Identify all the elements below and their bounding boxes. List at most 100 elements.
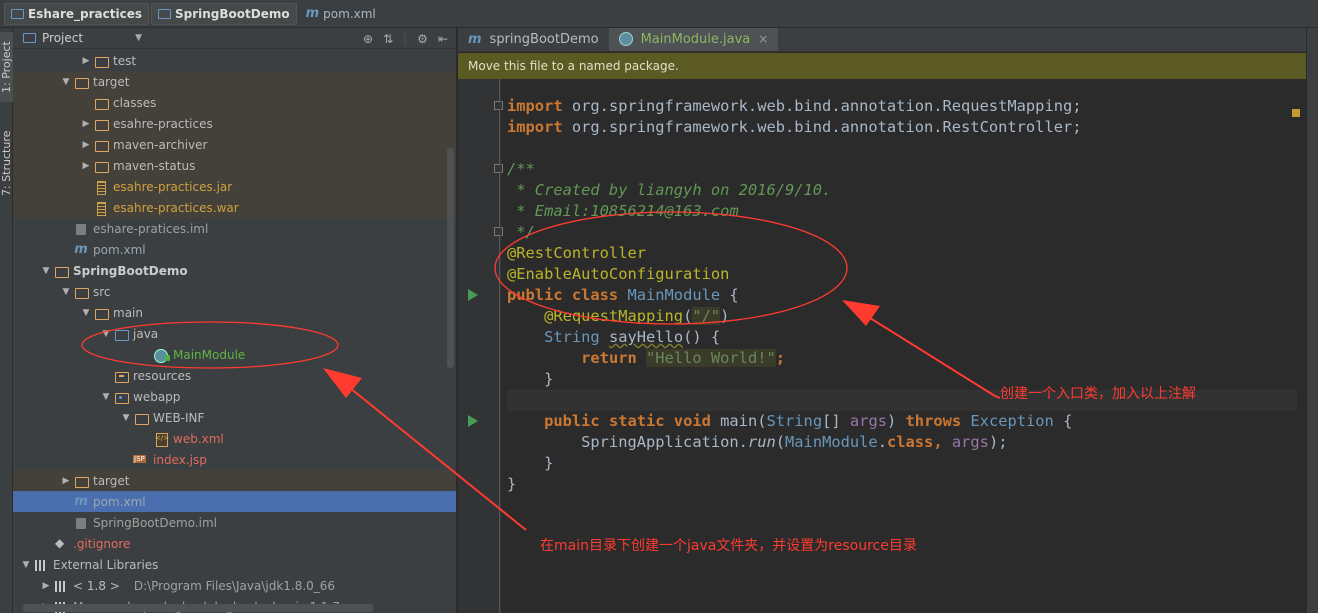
chevron-down-icon[interactable]: ▼ — [119, 413, 133, 423]
tree-horizontal-scrollbar[interactable] — [23, 604, 373, 612]
tree-item[interactable]: eshare-pratices.iml — [13, 218, 456, 239]
code-line[interactable]: /** — [507, 159, 535, 180]
chevron-down-icon[interactable]: ▼ — [19, 560, 33, 570]
gear-icon[interactable]: ⚙ — [417, 32, 428, 46]
project-view-selector[interactable]: Project — [42, 31, 83, 45]
code-line[interactable]: import org.springframework.web.bind.anno… — [507, 96, 1082, 117]
tree-item[interactable]: ▶ maven-archiver — [13, 134, 456, 155]
code-token: public class — [507, 286, 628, 304]
tree-item[interactable]: ▼ WEB-INF — [13, 407, 456, 428]
warning-marker[interactable] — [1292, 109, 1300, 117]
tree-item[interactable]: ▼ main — [13, 302, 456, 323]
tree-item[interactable]: resources — [13, 365, 456, 386]
locate-file-icon[interactable]: ⊕ — [363, 32, 373, 46]
tree-scrollbar[interactable] — [447, 148, 454, 368]
code-line[interactable]: */ — [507, 222, 535, 243]
hide-panel-icon[interactable]: ⇤ — [438, 32, 448, 46]
tree-item[interactable]: .gitignore — [13, 533, 456, 554]
tree-item[interactable]: ▼ java — [13, 323, 456, 344]
close-icon[interactable]: × — [758, 32, 768, 46]
run-gutter-icon[interactable] — [468, 289, 478, 301]
tree-item[interactable]: MainModule — [13, 344, 456, 365]
code-token: "/" — [692, 307, 721, 325]
tree-item[interactable]: ▶ < 1.8 > D:\Program Files\Java\jdk1.8.0_6… — [13, 575, 456, 596]
tree-item[interactable]: ▼ src — [13, 281, 456, 302]
tree-item-label: WEB-INF — [153, 410, 205, 425]
separator-icon: | — [403, 31, 408, 46]
code-line[interactable]: public class MainModule { — [507, 285, 739, 306]
chevron-down-icon[interactable]: ▼ — [99, 392, 113, 402]
tree-item[interactable]: web.xml — [13, 428, 456, 449]
tree-item[interactable]: esahre-practices.jar — [13, 176, 456, 197]
tree-item[interactable]: SpringBootDemo.iml — [13, 512, 456, 533]
run-gutter-icon[interactable] — [468, 415, 478, 427]
fold-marker-icon[interactable] — [494, 227, 503, 236]
collapse-all-icon[interactable]: ⇅ — [383, 32, 393, 46]
code-line[interactable]: @EnableAutoConfiguration — [507, 264, 729, 285]
chevron-right-icon[interactable]: ▶ — [79, 140, 93, 150]
tree-item[interactable]: ▼ External Libraries — [13, 554, 456, 575]
code-line[interactable]: import org.springframework.web.bind.anno… — [507, 117, 1082, 138]
code-line[interactable]: String sayHello() { — [507, 327, 720, 348]
tree-item[interactable]: ▶ test — [13, 50, 456, 71]
code-line[interactable]: @RestController — [507, 243, 646, 264]
tab-mainmodule[interactable]: MainModule.java × — [608, 28, 779, 51]
breadcrumb-file[interactable]: m pom.xml — [299, 3, 383, 25]
chevron-down-icon[interactable]: ▼ — [79, 308, 93, 318]
code-line[interactable]: @RequestMapping("/") — [507, 306, 729, 327]
folder-icon — [93, 138, 109, 152]
chevron-right-icon[interactable]: ▶ — [79, 161, 93, 171]
chevron-right-icon[interactable]: ▶ — [59, 476, 73, 486]
chevron-right-icon[interactable]: ▶ — [79, 56, 93, 66]
code-line[interactable]: } — [507, 453, 553, 474]
tree-item[interactable]: esahre-practices.war — [13, 197, 456, 218]
tree-item[interactable]: ▼ target — [13, 71, 456, 92]
code-token: () { — [683, 328, 721, 346]
code-line[interactable]: * Email:10856214@163.com — [507, 201, 738, 222]
fold-marker-icon[interactable] — [494, 164, 503, 173]
code-line[interactable]: } — [507, 474, 516, 495]
chevron-down-icon[interactable]: ▼ — [99, 329, 113, 339]
iml-icon — [73, 516, 89, 530]
tree-item[interactable]: ▶ target — [13, 470, 456, 491]
breadcrumb-project[interactable]: Eshare_practices — [4, 2, 149, 25]
tree-item-label: target — [93, 74, 130, 89]
code-token: run — [747, 433, 776, 451]
tree-item[interactable]: classes — [13, 92, 456, 113]
tree-item[interactable]: ▶ esahre-practices — [13, 113, 456, 134]
tree-item[interactable]: m pom.xml — [13, 491, 456, 512]
code-line[interactable]: SpringApplication.run(MainModule.class, … — [507, 432, 1007, 453]
chevron-down-icon[interactable]: ▼ — [59, 77, 73, 87]
tree-item[interactable]: ▶ maven-status — [13, 155, 456, 176]
structure-tool-tab[interactable]: 7: Structure — [0, 118, 13, 208]
code-token: , — [933, 433, 952, 451]
chevron-down-icon[interactable]: ▼ — [39, 266, 53, 276]
tree-item-label: esahre-practices — [113, 116, 213, 131]
code-token: * Created by liangyh on 2016/9/10. — [507, 181, 832, 199]
fold-marker-icon[interactable] — [494, 101, 503, 110]
code-token: class — [886, 433, 934, 451]
code-editor[interactable]: import org.springframework.web.bind.anno… — [507, 79, 1297, 613]
chevron-down-icon[interactable]: ▼ — [135, 33, 142, 43]
tab-springbootdemo[interactable]: m springBootDemo — [458, 28, 609, 51]
intention-banner[interactable]: Move this file to a named package. — [458, 53, 1306, 79]
project-tool-tab[interactable]: 1: Project — [0, 32, 13, 102]
code-line[interactable]: public static void main(String[] args) t… — [507, 411, 1072, 432]
code-line[interactable]: * Created by liangyh on 2016/9/10. — [507, 180, 831, 201]
code-token: public static void — [544, 412, 721, 430]
chevron-down-icon[interactable]: ▼ — [59, 287, 73, 297]
chevron-right-icon[interactable]: ▶ — [39, 581, 53, 591]
code-token: @EnableAutoConfiguration — [507, 265, 730, 283]
code-line[interactable]: return "Hello World!"; — [507, 348, 785, 369]
chevron-right-icon[interactable]: ▶ — [79, 119, 93, 129]
code-line[interactable]: } — [507, 369, 553, 390]
breadcrumb-module[interactable]: SpringBootDemo — [151, 2, 297, 25]
tree-item[interactable]: index.jsp — [13, 449, 456, 470]
tree-item[interactable]: m pom.xml — [13, 239, 456, 260]
tree-item[interactable]: ▼ webapp — [13, 386, 456, 407]
tree-item[interactable]: ▼ SpringBootDemo — [13, 260, 456, 281]
code-token: ) — [720, 307, 730, 325]
folder-icon — [93, 159, 109, 173]
code-token: ( — [775, 433, 786, 451]
